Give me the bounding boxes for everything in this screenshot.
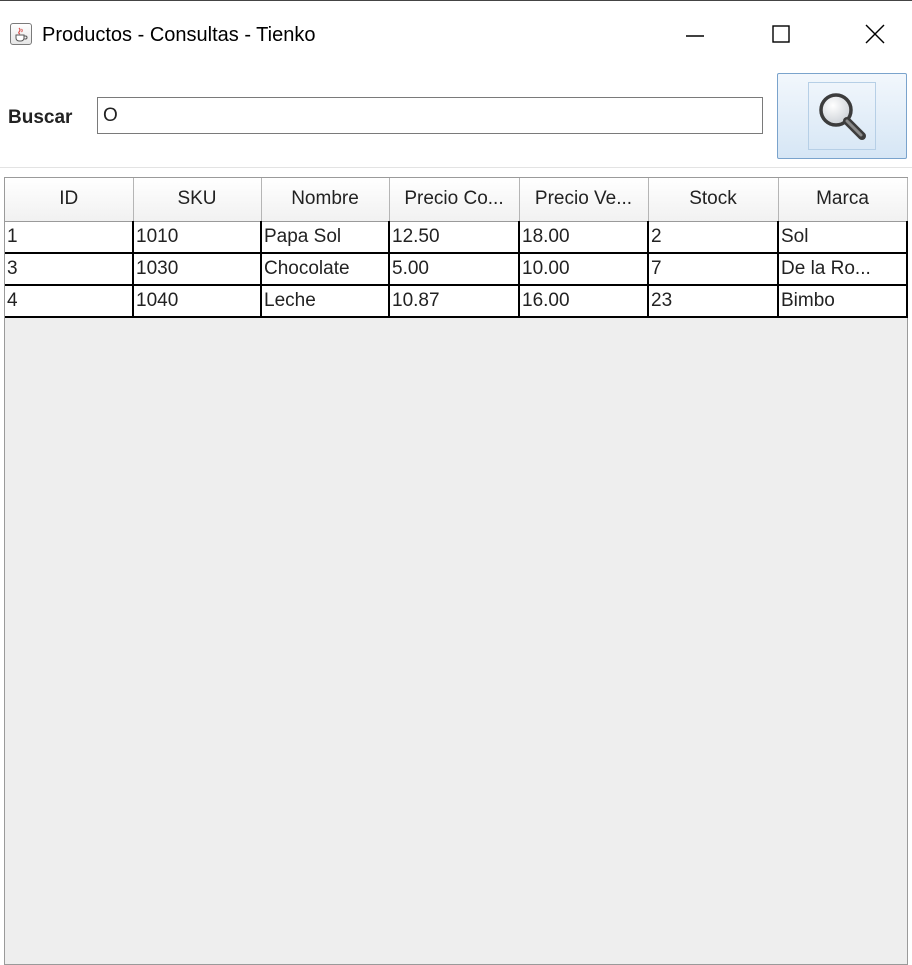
table-row[interactable]: 3 1030 Chocolate 5.00 10.00 7 De la Ro..… bbox=[5, 253, 908, 286]
cell-sku[interactable]: 1010 bbox=[133, 221, 262, 254]
cell-stock[interactable]: 2 bbox=[648, 221, 779, 254]
close-icon bbox=[865, 24, 885, 44]
cell-nombre[interactable]: Papa Sol bbox=[261, 221, 390, 254]
cell-precio-venta[interactable]: 16.00 bbox=[519, 285, 649, 318]
column-header-id[interactable]: ID bbox=[5, 178, 134, 222]
cell-id[interactable]: 3 bbox=[5, 253, 134, 286]
cell-sku[interactable]: 1030 bbox=[133, 253, 262, 286]
column-header-precio-venta[interactable]: Precio Ve... bbox=[519, 178, 649, 222]
maximize-icon bbox=[772, 25, 790, 43]
column-header-nombre[interactable]: Nombre bbox=[261, 178, 390, 222]
search-button-inner bbox=[808, 82, 876, 150]
cell-sku[interactable]: 1040 bbox=[133, 285, 262, 318]
close-button[interactable] bbox=[846, 11, 904, 57]
search-button[interactable] bbox=[777, 73, 907, 159]
cell-marca[interactable]: Sol bbox=[778, 221, 908, 254]
separator bbox=[0, 167, 912, 168]
table-header-row: ID SKU Nombre Precio Co... Precio Ve... … bbox=[5, 178, 908, 222]
column-header-sku[interactable]: SKU bbox=[133, 178, 262, 222]
cell-nombre[interactable]: Leche bbox=[261, 285, 390, 318]
cell-precio-compra[interactable]: 5.00 bbox=[389, 253, 520, 286]
products-table[interactable]: ID SKU Nombre Precio Co... Precio Ve... … bbox=[5, 178, 908, 318]
cell-precio-venta[interactable]: 18.00 bbox=[519, 221, 649, 254]
search-label: Buscar bbox=[8, 107, 73, 128]
java-coffee-icon bbox=[10, 23, 32, 45]
cell-marca[interactable]: De la Ro... bbox=[778, 253, 908, 286]
cell-precio-compra[interactable]: 10.87 bbox=[389, 285, 520, 318]
cell-precio-venta[interactable]: 10.00 bbox=[519, 253, 649, 286]
cell-stock[interactable]: 7 bbox=[648, 253, 779, 286]
search-row: Buscar bbox=[0, 65, 912, 165]
cell-stock[interactable]: 23 bbox=[648, 285, 779, 318]
magnifier-icon bbox=[819, 93, 866, 140]
results-panel[interactable]: ID SKU Nombre Precio Co... Precio Ve... … bbox=[4, 177, 908, 965]
maximize-button[interactable] bbox=[752, 11, 810, 57]
cell-precio-compra[interactable]: 12.50 bbox=[389, 221, 520, 254]
window-title: Productos - Consultas - Tienko bbox=[42, 24, 316, 46]
cell-id[interactable]: 1 bbox=[5, 221, 134, 254]
minimize-icon bbox=[686, 35, 704, 37]
cell-marca[interactable]: Bimbo bbox=[778, 285, 908, 318]
table-row[interactable]: 1 1010 Papa Sol 12.50 18.00 2 Sol bbox=[5, 221, 908, 254]
minimize-button[interactable] bbox=[666, 11, 724, 57]
app-window: Productos - Consultas - Tienko Buscar O … bbox=[0, 0, 912, 965]
table-row[interactable]: 4 1040 Leche 10.87 16.00 23 Bimbo bbox=[5, 285, 908, 318]
cell-nombre[interactable]: Chocolate bbox=[261, 253, 390, 286]
cell-id[interactable]: 4 bbox=[5, 285, 134, 318]
column-header-precio-compra[interactable]: Precio Co... bbox=[389, 178, 520, 222]
title-bar[interactable]: Productos - Consultas - Tienko bbox=[0, 1, 912, 65]
search-input[interactable] bbox=[97, 97, 763, 134]
column-header-stock[interactable]: Stock bbox=[648, 178, 779, 222]
column-header-marca[interactable]: Marca bbox=[778, 178, 908, 222]
